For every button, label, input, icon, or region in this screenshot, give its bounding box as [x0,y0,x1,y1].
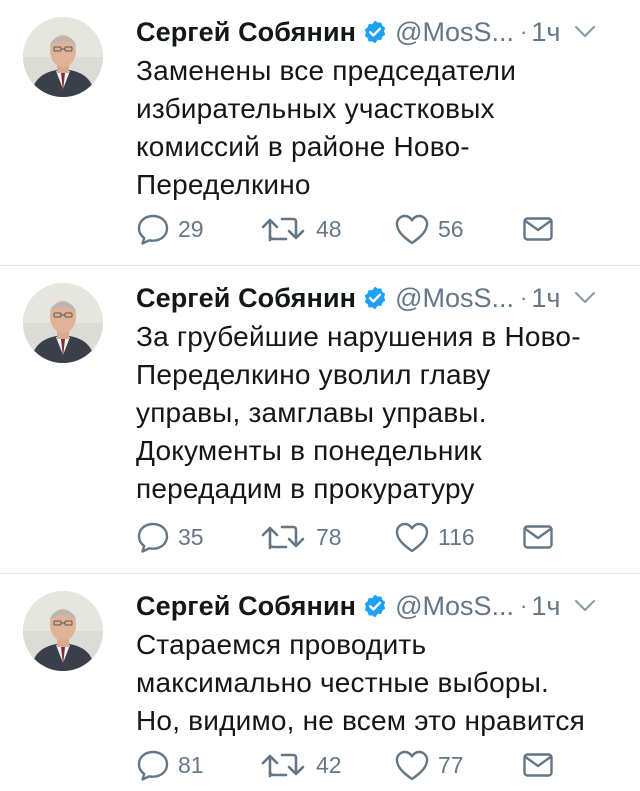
author-handle[interactable]: @MosS... [395,591,514,622]
tweet-actions: 29 48 56 [136,212,566,246]
retweet-icon [260,748,308,782]
reply-count: 35 [178,523,204,550]
verified-badge-icon [362,593,388,619]
avatar[interactable] [23,283,103,363]
like-count: 77 [438,751,464,778]
like-button[interactable]: 77 [394,748,464,782]
direct-message-button[interactable] [522,212,554,246]
retweet-icon [260,212,308,246]
tweet-actions: 35 78 116 [136,520,566,554]
chevron-down-icon[interactable] [574,291,596,305]
author-handle[interactable]: @MosS... [395,17,514,48]
tweet-text: Заменены все председатели избирательных … [136,55,517,200]
separator-dot: · [520,285,528,310]
retweet-count: 48 [316,215,342,242]
chevron-down-icon[interactable] [574,599,596,613]
chevron-down-icon[interactable] [574,25,596,39]
author-name[interactable]: Сергей Собянин [136,591,356,622]
reply-icon [136,748,170,782]
like-count: 56 [438,215,464,242]
avatar-photo [23,17,103,97]
retweet-icon [260,520,308,554]
author-name[interactable]: Сергей Собянин [136,17,356,48]
reply-count: 29 [178,215,204,242]
heart-icon [394,748,430,782]
author-handle[interactable]: @MosS... [395,283,514,314]
verified-badge-icon [362,19,388,45]
tweet-header: Сергей Собянин @MosS... · 1ч [136,588,622,624]
tweet-header: Сергей Собянин @MosS... · 1ч [136,14,622,50]
reply-button[interactable]: 29 [136,212,204,246]
like-button[interactable]: 116 [394,520,475,554]
envelope-icon [522,751,554,779]
retweet-count: 78 [316,523,342,550]
heart-icon [394,212,430,246]
envelope-icon [522,523,554,551]
tweet-feed: Сергей Собянин @MosS... · 1ч Заменены вс… [0,0,640,791]
avatar[interactable] [23,17,103,97]
direct-message-button[interactable] [522,748,554,782]
reply-count: 81 [178,751,204,778]
envelope-icon [522,215,554,243]
avatar-photo [23,283,103,363]
reply-button[interactable]: 81 [136,748,204,782]
retweet-count: 42 [316,751,342,778]
timestamp[interactable]: 1ч [531,591,560,622]
reply-icon [136,520,170,554]
author-name[interactable]: Сергей Собянин [136,283,356,314]
tweet-header: Сергей Собянин @MosS... · 1ч [136,280,622,316]
timestamp[interactable]: 1ч [531,283,560,314]
tweet[interactable]: Сергей Собянин @MosS... · 1ч Стараемся п… [0,574,640,791]
separator-dot: · [520,593,528,618]
retweet-button[interactable]: 42 [260,748,342,782]
tweet-actions: 81 42 77 [136,748,566,782]
like-button[interactable]: 56 [394,212,464,246]
reply-icon [136,212,170,246]
retweet-button[interactable]: 78 [260,520,342,554]
reply-button[interactable]: 35 [136,520,204,554]
tweet[interactable]: Сергей Собянин @MosS... · 1ч За грубейши… [0,266,640,574]
separator-dot: · [520,19,528,44]
heart-icon [394,520,430,554]
avatar-photo [23,591,103,671]
verified-badge-icon [362,285,388,311]
timestamp[interactable]: 1ч [531,17,560,48]
retweet-button[interactable]: 48 [260,212,342,246]
direct-message-button[interactable] [522,520,554,554]
tweet[interactable]: Сергей Собянин @MosS... · 1ч Заменены вс… [0,0,640,266]
tweet-text: За грубейшие нарушения в Ново- Переделки… [136,321,581,504]
tweet-text: Стараемся проводить максимально честные … [136,629,585,736]
like-count: 116 [438,523,475,550]
avatar[interactable] [23,591,103,671]
